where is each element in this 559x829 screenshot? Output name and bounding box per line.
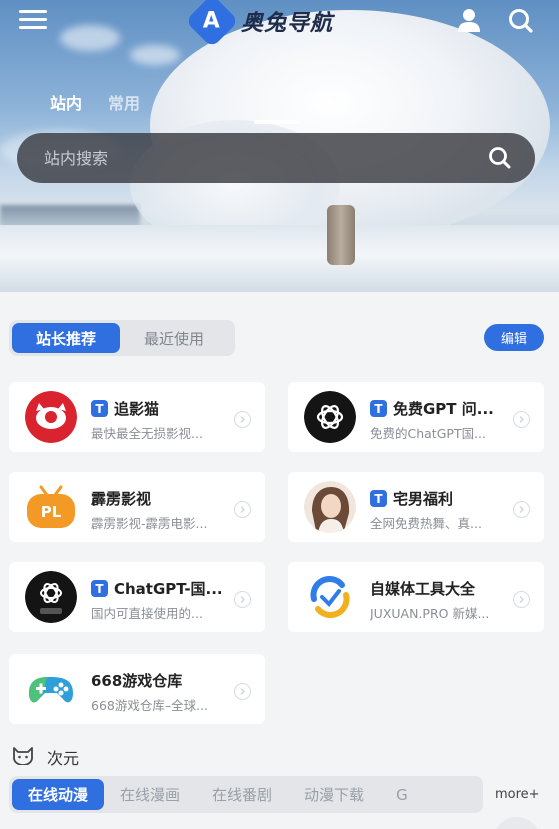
hero-banner: A 奥兔导航 站内 常用 [0, 0, 559, 292]
t-badge: T [370, 400, 387, 417]
site-card-title: 668游戏仓库 [91, 670, 182, 691]
chevron-right-icon[interactable] [513, 411, 530, 428]
site-card-name: 免费GPT 问... [393, 400, 494, 418]
site-card[interactable]: T 宅男福利 全网免费热舞、真... [288, 472, 544, 542]
snow-ground [0, 225, 559, 292]
site-card-title: T 宅男福利 [370, 488, 453, 509]
floating-button[interactable] [493, 817, 541, 829]
user-icon[interactable] [456, 7, 482, 33]
site-card-name: 霹雳影视 [91, 490, 152, 508]
site-card-title: T 追影猫 [91, 398, 159, 419]
edit-button[interactable]: 编辑 [484, 324, 544, 351]
tree-trunk [327, 205, 355, 265]
tab-recommended[interactable]: 站长推荐 [12, 323, 120, 353]
site-card-desc: JUXUAN.PRO 新媒... [370, 606, 490, 621]
site-card-desc: 最快最全无损影视... [91, 426, 203, 441]
site-card[interactable]: 668游戏仓库 668游戏仓库–全球... [9, 654, 265, 724]
site-card-desc: 全网免费热舞、真... [370, 516, 482, 531]
site-card-desc: 霹雳影视-霹雳电影... [91, 516, 208, 531]
search-input[interactable] [17, 133, 483, 183]
site-card-title: T ChatGPT-国... [91, 578, 223, 599]
section-header-ciyuan: 次元 [11, 745, 79, 769]
tab-online-anime[interactable]: 在线动漫 [12, 779, 105, 810]
pl-tv-icon: PL [25, 481, 77, 533]
search-tabs: 站内 常用 [50, 90, 140, 114]
tab-anime-download[interactable]: 动漫下载 [288, 779, 380, 810]
search-icon[interactable] [507, 7, 535, 35]
t-badge: T [91, 400, 108, 417]
avatar-photo-icon [304, 481, 356, 533]
category-tabs: 在线动漫 在线漫画 在线番剧 动漫下载 G [9, 776, 483, 813]
site-card-name: 668游戏仓库 [91, 672, 183, 690]
site-card-desc: 668游戏仓库–全球... [91, 698, 209, 713]
chevron-right-icon[interactable] [234, 683, 251, 700]
chevron-right-icon[interactable] [234, 591, 251, 608]
site-card-title: 自媒体工具大全 [370, 578, 475, 599]
tab-common[interactable]: 常用 [108, 90, 140, 114]
site-logo[interactable]: A 奥兔导航 [185, 0, 334, 48]
logo-mark: A [185, 0, 239, 48]
openai-icon [304, 391, 356, 443]
gamepad-icon [25, 663, 77, 715]
menu-icon[interactable] [19, 10, 47, 30]
search-submit-button[interactable] [483, 141, 517, 175]
site-card-name: 宅男福利 [393, 490, 454, 508]
site-card-desc: 国内可直接使用的... [91, 606, 203, 621]
site-card-title: 霹雳影视 [91, 488, 151, 509]
site-card-name: ChatGPT-国... [114, 580, 223, 598]
tab-more-truncated[interactable]: G [380, 779, 424, 810]
chevron-right-icon[interactable] [234, 501, 251, 518]
site-card-name: 自媒体工具大全 [370, 580, 476, 598]
chevron-right-icon[interactable] [513, 501, 530, 518]
tab-site[interactable]: 站内 [50, 90, 82, 114]
site-card[interactable]: T 免费GPT 问... 免费的ChatGPT国... [288, 382, 544, 452]
site-card[interactable]: T ChatGPT-国... 国内可直接使用的... [9, 562, 265, 632]
svg-text:PL: PL [41, 503, 62, 521]
site-card-name: 追影猫 [114, 400, 160, 418]
tab-online-series[interactable]: 在线番剧 [196, 779, 288, 810]
cloud [130, 45, 180, 65]
search-icon [489, 147, 511, 169]
t-badge: T [370, 490, 387, 507]
chevron-right-icon[interactable] [234, 411, 251, 428]
juxuan-icon [304, 571, 356, 623]
search-box [17, 133, 535, 183]
site-card[interactable]: 自媒体工具大全 JUXUAN.PRO 新媒... [288, 562, 544, 632]
tab-indicator [254, 120, 300, 124]
more-link[interactable]: more+ [495, 787, 540, 802]
chevron-right-icon[interactable] [513, 591, 530, 608]
site-card[interactable]: T 追影猫 最快最全无损影视... [9, 382, 265, 452]
tab-recent[interactable]: 最近使用 [120, 323, 228, 353]
section-title: 次元 [47, 749, 80, 768]
site-name: 奥兔导航 [241, 11, 334, 36]
site-card[interactable]: PL 霹雳影视 霹雳影视-霹雳电影... [9, 472, 265, 542]
top-bar: A 奥兔导航 [0, 0, 559, 48]
recommend-tabs: 站长推荐 最近使用 [9, 320, 235, 356]
openai-tool-icon [25, 571, 77, 623]
cat-logo-icon [25, 391, 77, 443]
site-card-desc: 免费的ChatGPT国... [370, 426, 486, 441]
t-badge: T [91, 580, 108, 597]
tab-online-comics[interactable]: 在线漫画 [104, 779, 196, 810]
site-card-title: T 免费GPT 问... [370, 398, 494, 419]
cat-face-icon [11, 745, 35, 769]
